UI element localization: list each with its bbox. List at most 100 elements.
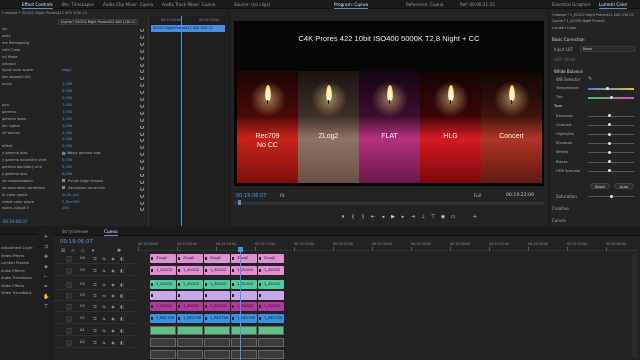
program-playhead[interactable]: [238, 200, 241, 205]
timeline-clip[interactable]: 1_ZLOG2: [231, 266, 257, 275]
timeline-clip[interactable]: 1_REC709: [177, 314, 203, 323]
track-mute-icon[interactable]: ◧: [119, 282, 125, 288]
lumetri-slider-knob[interactable]: [608, 150, 611, 154]
reset-parameter-icon[interactable]: [140, 76, 144, 81]
timeline-audio-clip[interactable]: [231, 350, 257, 359]
timeline-audio-clip[interactable]: [204, 326, 230, 335]
track-lock-icon[interactable]: ⚿: [92, 268, 98, 274]
reset-parameter-icon[interactable]: [140, 179, 144, 184]
tab-lumetri-color[interactable]: Lumetri Color: [599, 2, 628, 9]
step-back-icon[interactable]: ◂: [380, 214, 386, 220]
track-header[interactable]: V2 ⚿ ⇆ ◉ ◧: [54, 302, 138, 312]
tab-audio-track-mixer[interactable]: Audio Track Mixer: Сцена: [162, 2, 215, 7]
reset-parameter-icon[interactable]: [140, 110, 144, 115]
lumetri-slider-knob[interactable]: [608, 123, 611, 127]
pen-tool-icon[interactable]: ✒: [43, 284, 49, 290]
track-header[interactable]: A2 ⚿ ⇆ ◉ ◧: [54, 338, 138, 348]
timeline-audio-clip[interactable]: [258, 326, 284, 335]
reset-parameter-icon[interactable]: [140, 103, 144, 108]
lumetri-slider-knob[interactable]: [608, 114, 611, 118]
timeline-audio-clip[interactable]: [177, 338, 203, 347]
track-mute-icon[interactable]: ◧: [119, 340, 125, 346]
timeline-ruler[interactable]: 00:19:00:00 00:19:05:00 00:19:10:00 00:19:1…: [138, 241, 638, 251]
reset-parameter-icon[interactable]: [140, 145, 144, 150]
source-patch-button[interactable]: [66, 282, 72, 288]
track-mute-icon[interactable]: ◧: [119, 293, 125, 299]
effect-property-value[interactable]: 1,000: [62, 131, 72, 135]
out-point-icon[interactable]: }: [360, 214, 366, 220]
timeline-audio-clip[interactable]: [150, 326, 176, 335]
reset-parameter-icon[interactable]: [140, 200, 144, 205]
tab-program[interactable]: Program: Сцена: [334, 2, 369, 9]
reset-parameter-icon[interactable]: [140, 207, 144, 212]
timeline-audio-clip[interactable]: [204, 338, 230, 347]
effects-folder-item[interactable]: Audio Effects: [1, 269, 25, 273]
timeline-clip[interactable]: 1_REC709: [150, 314, 176, 323]
track-mute-icon[interactable]: ◧: [119, 316, 125, 322]
lumetri-slider-knob[interactable]: [608, 132, 611, 136]
timeline-playhead-handle[interactable]: [238, 247, 243, 252]
track-lock-icon[interactable]: ⚿: [92, 316, 98, 322]
tab-sequence-intro[interactable]: Вступление: [62, 229, 88, 234]
lumetri-slider-knob[interactable]: [610, 95, 613, 99]
selection-tool-icon[interactable]: ➤: [43, 234, 49, 240]
track-lock-icon[interactable]: ⚿: [92, 328, 98, 334]
reset-parameter-icon[interactable]: [140, 34, 144, 39]
effects-folder-item[interactable]: Video Effects: [1, 254, 24, 258]
timeline-clip[interactable]: ZLog2: [258, 254, 284, 263]
track-mute-icon[interactable]: ◧: [119, 304, 125, 310]
source-patch-button[interactable]: [66, 256, 72, 262]
track-sync-icon[interactable]: ⇆: [101, 256, 107, 262]
export-frame-icon[interactable]: ◉: [440, 214, 446, 220]
go-to-out-icon[interactable]: ⇥: [410, 214, 416, 220]
reset-parameter-icon[interactable]: [140, 97, 144, 101]
timeline-clip[interactable]: 1_ZLOG2: [177, 280, 203, 289]
ripple-edit-icon[interactable]: ✥: [43, 254, 49, 260]
reset-parameter-icon[interactable]: [140, 124, 144, 129]
reset-parameter-icon[interactable]: [140, 48, 144, 53]
quality-dropdown[interactable]: Full: [474, 193, 488, 199]
timeline-clip[interactable]: 1_REC709: [204, 314, 230, 323]
slip-tool-icon[interactable]: ⊢: [43, 274, 49, 280]
timeline-audio-clip[interactable]: [231, 338, 257, 347]
reset-parameter-icon[interactable]: [140, 138, 144, 143]
track-lock-icon[interactable]: ⚿: [92, 340, 98, 346]
track-eye-icon[interactable]: ◉: [110, 282, 116, 288]
mini-timeline-clip[interactable]: ZLOG2 Night Prores422 400 1/30 CC: [151, 25, 225, 32]
lumetri-slider-track[interactable]: [588, 134, 634, 135]
timeline-clip[interactable]: [150, 291, 176, 300]
timeline-clip[interactable]: 1_REC709: [231, 314, 257, 323]
timeline-audio-clip[interactable]: [177, 350, 203, 359]
effect-property-value[interactable]: 1,000: [62, 137, 72, 141]
effect-property-value[interactable]: 0,000: [62, 165, 72, 169]
timeline-audio-clip[interactable]: [258, 338, 284, 347]
type-tool-icon[interactable]: T: [43, 304, 49, 310]
effect-checkbox[interactable]: [62, 179, 65, 183]
lumetri-slider-track[interactable]: [588, 88, 634, 90]
reset-parameter-icon[interactable]: [140, 41, 144, 46]
timeline-clip[interactable]: [177, 291, 203, 300]
in-point-icon[interactable]: {: [350, 214, 356, 220]
timeline-clip[interactable]: 1_ZLOG2: [258, 266, 284, 275]
effect-property-value[interactable]: zlog2: [62, 68, 72, 72]
track-sync-icon[interactable]: ⇆: [101, 268, 107, 274]
track-eye-icon[interactable]: ◉: [110, 293, 116, 299]
extract-icon[interactable]: ⊤: [430, 214, 436, 220]
reset-parameter-icon[interactable]: [140, 69, 144, 74]
track-header[interactable]: V1 ⚿ ⇆ ◉ ◧: [54, 314, 138, 324]
lift-icon[interactable]: ⊥: [420, 214, 426, 220]
source-patch-button[interactable]: [66, 328, 72, 334]
reset-parameter-icon[interactable]: [140, 55, 144, 60]
track-sync-icon[interactable]: ⇆: [101, 304, 107, 310]
effect-checkbox[interactable]: [62, 151, 65, 155]
track-eye-icon[interactable]: ◉: [110, 268, 116, 274]
timeline-clip[interactable]: 1_ZLOG2: [177, 266, 203, 275]
timeline-clip[interactable]: ZLog2: [231, 254, 257, 263]
source-patch-button[interactable]: [66, 293, 72, 299]
reset-parameter-icon[interactable]: [140, 131, 144, 136]
effect-property-value[interactable]: 0,000: [62, 89, 72, 93]
add-button-icon[interactable]: +: [472, 214, 478, 220]
track-eye-icon[interactable]: ◉: [110, 328, 116, 334]
timeline-clip[interactable]: 1_ZLOG2: [258, 302, 284, 311]
track-eye-icon[interactable]: ◉: [110, 304, 116, 310]
